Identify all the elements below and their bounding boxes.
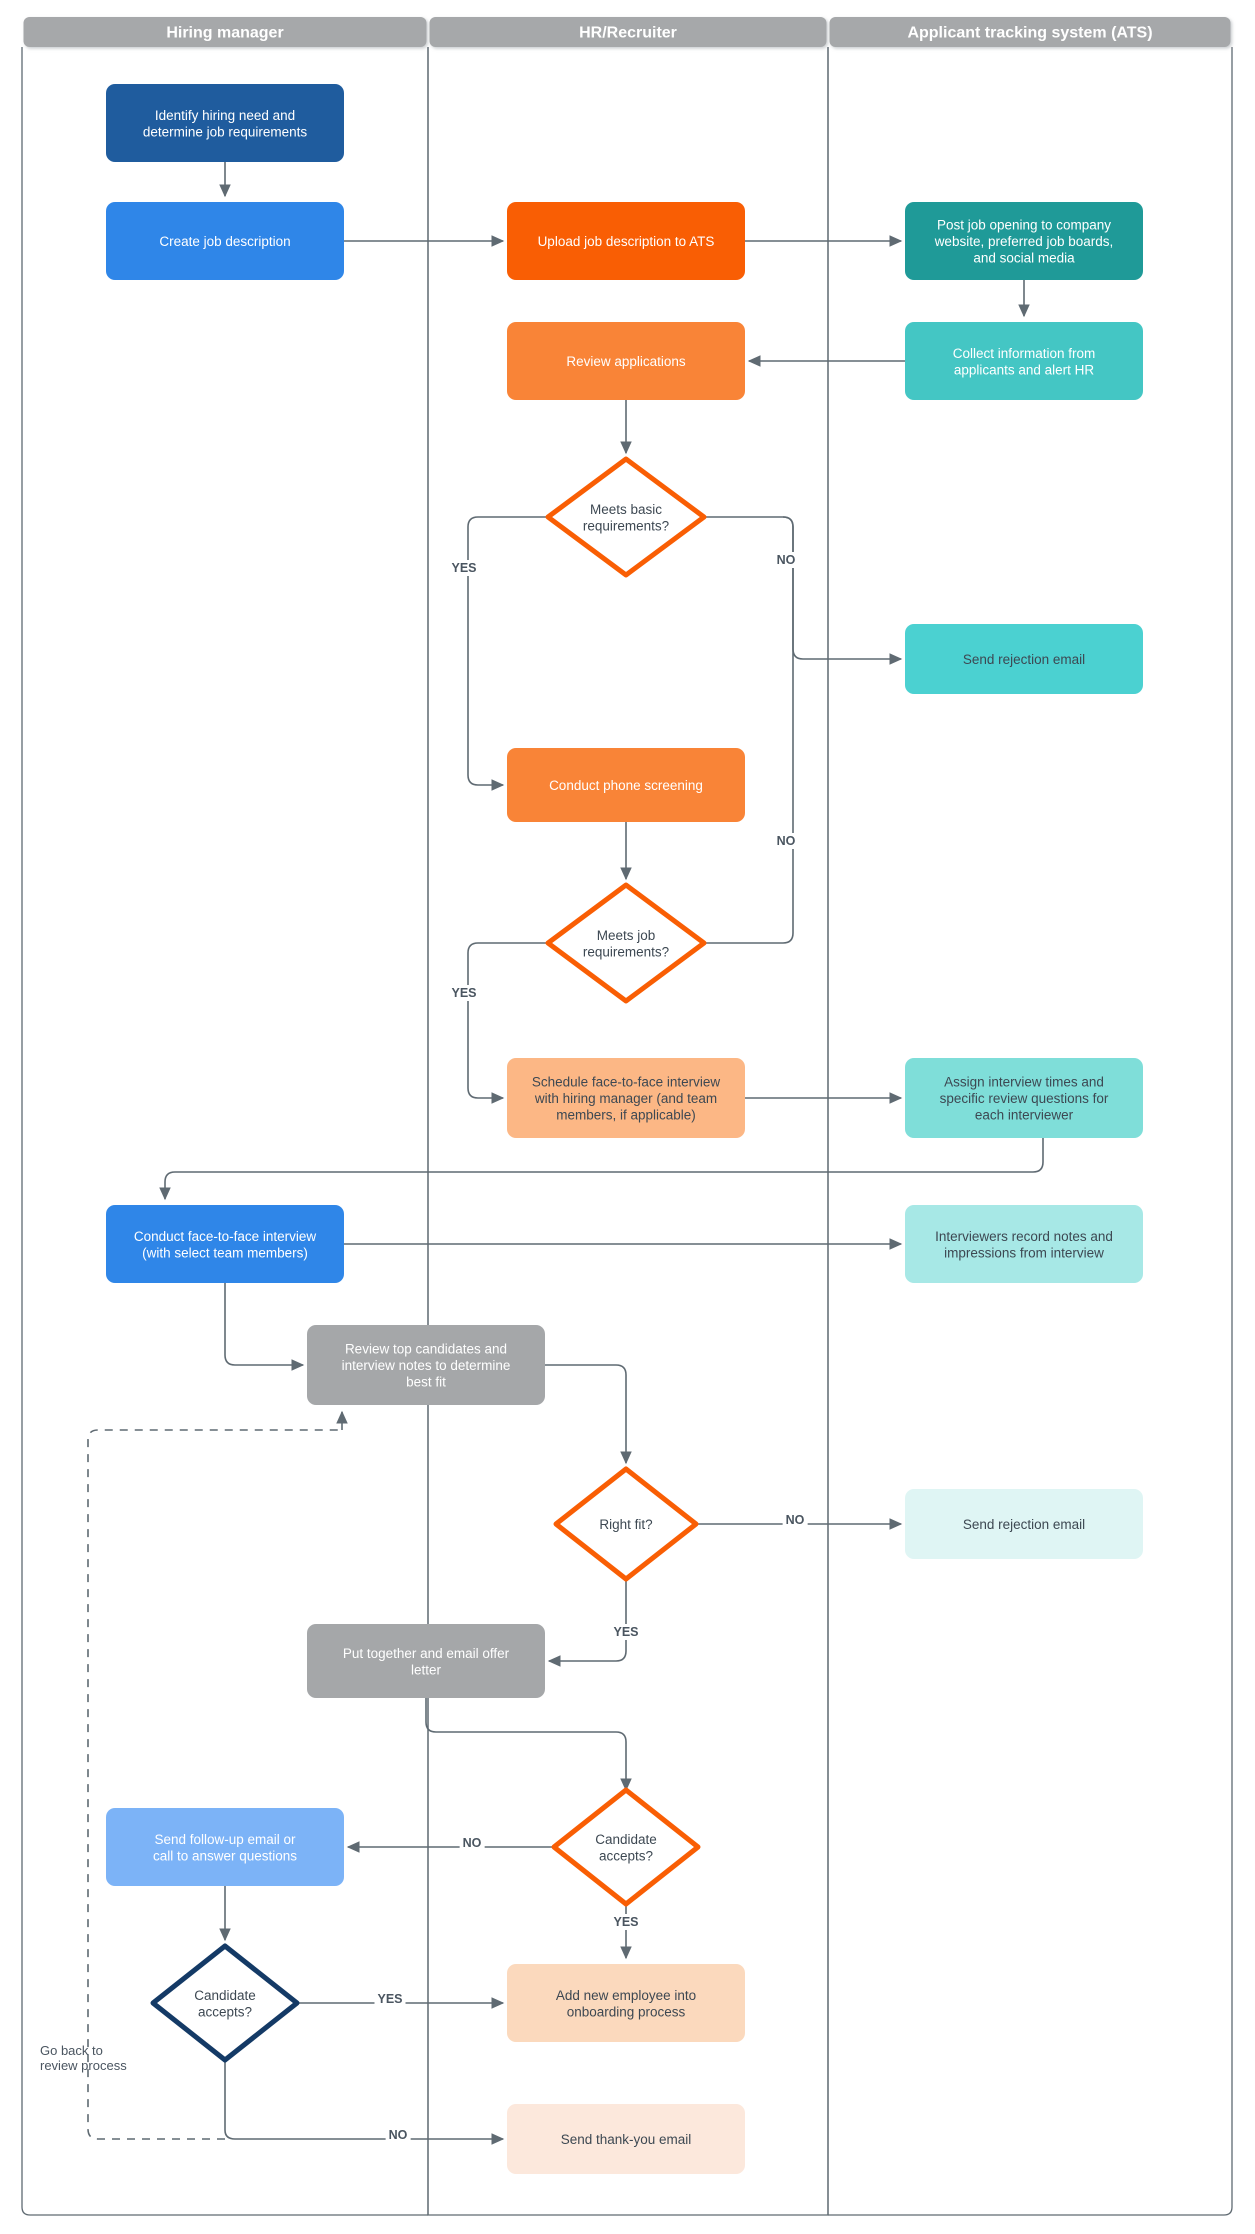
node-candidate-accepts-hm[interactable]: Candidate accepts? (150, 1943, 300, 2063)
node-review-top-candidates[interactable]: Review top candidates and interview notes… (307, 1325, 545, 1405)
lane-header-row: Hiring manager HR/Recruiter Applicant trac… (23, 17, 1231, 47)
node-send-rejection-email-2[interactable]: Send rejection email (905, 1489, 1143, 1559)
lane-header-label: Hiring manager (166, 25, 283, 42)
node-create-job-description[interactable]: Create job description (106, 202, 344, 280)
edge-label-edge-label-thankyou-no: NO (385, 2127, 411, 2143)
node-candidate-accepts-hr[interactable]: Candidate accepts? (551, 1787, 701, 1907)
node-interviewers-record-notes[interactable]: Interviewers record notes and impressions… (905, 1205, 1143, 1283)
lane-header-label: HR/Recruiter (579, 25, 677, 42)
node-shape-rect (106, 1808, 344, 1886)
node-label: Upload job description to ATS (538, 234, 715, 249)
node-label: Review applications (566, 354, 686, 369)
lane-hr-recruiter-header[interactable]: HR/Recruiter (429, 17, 827, 47)
edge-label-text: YES (451, 561, 476, 575)
edge-label-edge-label-job-yes: YES (448, 985, 480, 1001)
node-identify-hiring-need[interactable]: Identify hiring need and determine job re… (106, 84, 344, 162)
node-add-new-employee-onboarding[interactable]: Add new employee into onboarding process (507, 1964, 745, 2042)
connector (224, 1283, 236, 1366)
edge-label-text: YES (451, 986, 476, 1000)
node-label: Candidate accepts? (194, 1988, 256, 2020)
connector (704, 516, 794, 944)
flowchart-canvas: Hiring manager HR/Recruiter Applicant trac… (0, 0, 1255, 2234)
connector (545, 1364, 627, 1455)
edge-label-edge-label-accepts-hr-yes: YES (610, 1914, 642, 1930)
connector (164, 1138, 1044, 1183)
edge-label-text: NO (777, 553, 796, 567)
lane-header-label: Applicant tracking system (ATS) (907, 25, 1152, 42)
connector (704, 516, 804, 660)
node-label: Send rejection email (963, 652, 1085, 667)
lane-ats-header[interactable]: Applicant tracking system (ATS) (829, 17, 1231, 47)
node-post-job-opening[interactable]: Post job opening to company website, pref… (905, 202, 1143, 280)
connector (224, 2060, 236, 2140)
node-send-thank-you-email[interactable]: Send thank-you email (507, 2104, 745, 2174)
edge-label-edge-label-basic-no: NO (773, 552, 799, 568)
edge-label-edge-label-accepts-hm-yes: YES (374, 1991, 406, 2007)
node-shape-rect (106, 1205, 344, 1283)
edge-label-edge-label-accepts-hr-no: NO (459, 1835, 485, 1851)
node-shape-diamond (545, 882, 707, 1004)
node-label: Send thank-you email (561, 2132, 692, 2147)
connector (425, 1698, 627, 1782)
node-collect-information[interactable]: Collect information from applicants and a… (905, 322, 1143, 400)
node-label: Conduct face-to-face interview (with sele… (134, 1229, 317, 1261)
node-label: Right fit? (599, 1517, 652, 1532)
edge-label-edge-label-rightfit-yes: YES (610, 1624, 642, 1640)
node-right-fit[interactable]: Right fit? (553, 1466, 699, 1582)
edge-label-text: NO (786, 1513, 805, 1527)
edge-label-text: NO (389, 2128, 408, 2142)
node-label: Send follow-up email or call to answer qu… (153, 1832, 297, 1864)
node-schedule-face-to-face-interview[interactable]: Schedule face-to-face interview with hiri… (507, 1058, 745, 1138)
node-layer: Identify hiring need and determine job re… (106, 84, 1143, 2174)
edge-label-text: YES (613, 1915, 638, 1929)
lane-hiring-manager-header[interactable]: Hiring manager (23, 17, 427, 47)
node-shape-rect (307, 1624, 545, 1698)
node-shape-diamond (150, 1943, 300, 2063)
node-label: Interviewers record notes and impressions… (935, 1229, 1113, 1261)
edge-label-edge-label-rightfit-no: NO (782, 1512, 808, 1528)
node-meets-job-requirements[interactable]: Meets job requirements? (545, 882, 707, 1004)
node-label: Meets basic requirements? (583, 502, 669, 534)
node-send-follow-up-email[interactable]: Send follow-up email or call to answer qu… (106, 1808, 344, 1886)
node-label: Send rejection email (963, 1517, 1085, 1532)
node-shape-rect (905, 1205, 1143, 1283)
node-shape-diamond (551, 1787, 701, 1907)
node-label: Create job description (159, 234, 290, 249)
connector (615, 1579, 627, 1662)
node-shape-diamond (545, 456, 707, 578)
node-conduct-phone-screening[interactable]: Conduct phone screening (507, 748, 745, 822)
node-shape-rect (106, 84, 344, 162)
node-label: Collect information from applicants and a… (953, 346, 1096, 378)
swimlane-flowchart: Hiring manager HR/Recruiter Applicant trac… (21, 17, 1233, 2216)
node-upload-job-description-to-ats[interactable]: Upload job description to ATS (507, 202, 745, 280)
edge-label-edge-label-job-no: NO (773, 833, 799, 849)
node-label: Identify hiring need and determine job re… (143, 108, 308, 140)
edge-label-text: Go back to review process (40, 2043, 127, 2073)
node-assign-interview-times[interactable]: Assign interview times and specific revie… (905, 1058, 1143, 1138)
node-label: Schedule face-to-face interview with hiri… (532, 1075, 721, 1123)
node-conduct-face-to-face-interview[interactable]: Conduct face-to-face interview (with sele… (106, 1205, 344, 1283)
node-meets-basic-requirements[interactable]: Meets basic requirements? (545, 456, 707, 578)
edge-label-text: YES (377, 1992, 402, 2006)
node-shape-rect (905, 322, 1143, 400)
node-label: Candidate accepts? (595, 1832, 657, 1864)
edge-label-text: YES (613, 1625, 638, 1639)
edge-label-text: NO (463, 1836, 482, 1850)
connector (467, 516, 548, 786)
node-label: Add new employee into onboarding process (556, 1988, 696, 2020)
edge-label-edge-label-go-back: Go back to review process (40, 2043, 127, 2073)
edge-label-edge-label-basic-yes: YES (448, 560, 480, 576)
node-review-applications[interactable]: Review applications (507, 322, 745, 400)
node-put-together-offer-letter[interactable]: Put together and email offer letter (307, 1624, 545, 1698)
node-send-rejection-email-1[interactable]: Send rejection email (905, 624, 1143, 694)
edge-label-text: NO (777, 834, 796, 848)
node-shape-rect (507, 1964, 745, 2042)
node-label: Conduct phone screening (549, 778, 703, 793)
